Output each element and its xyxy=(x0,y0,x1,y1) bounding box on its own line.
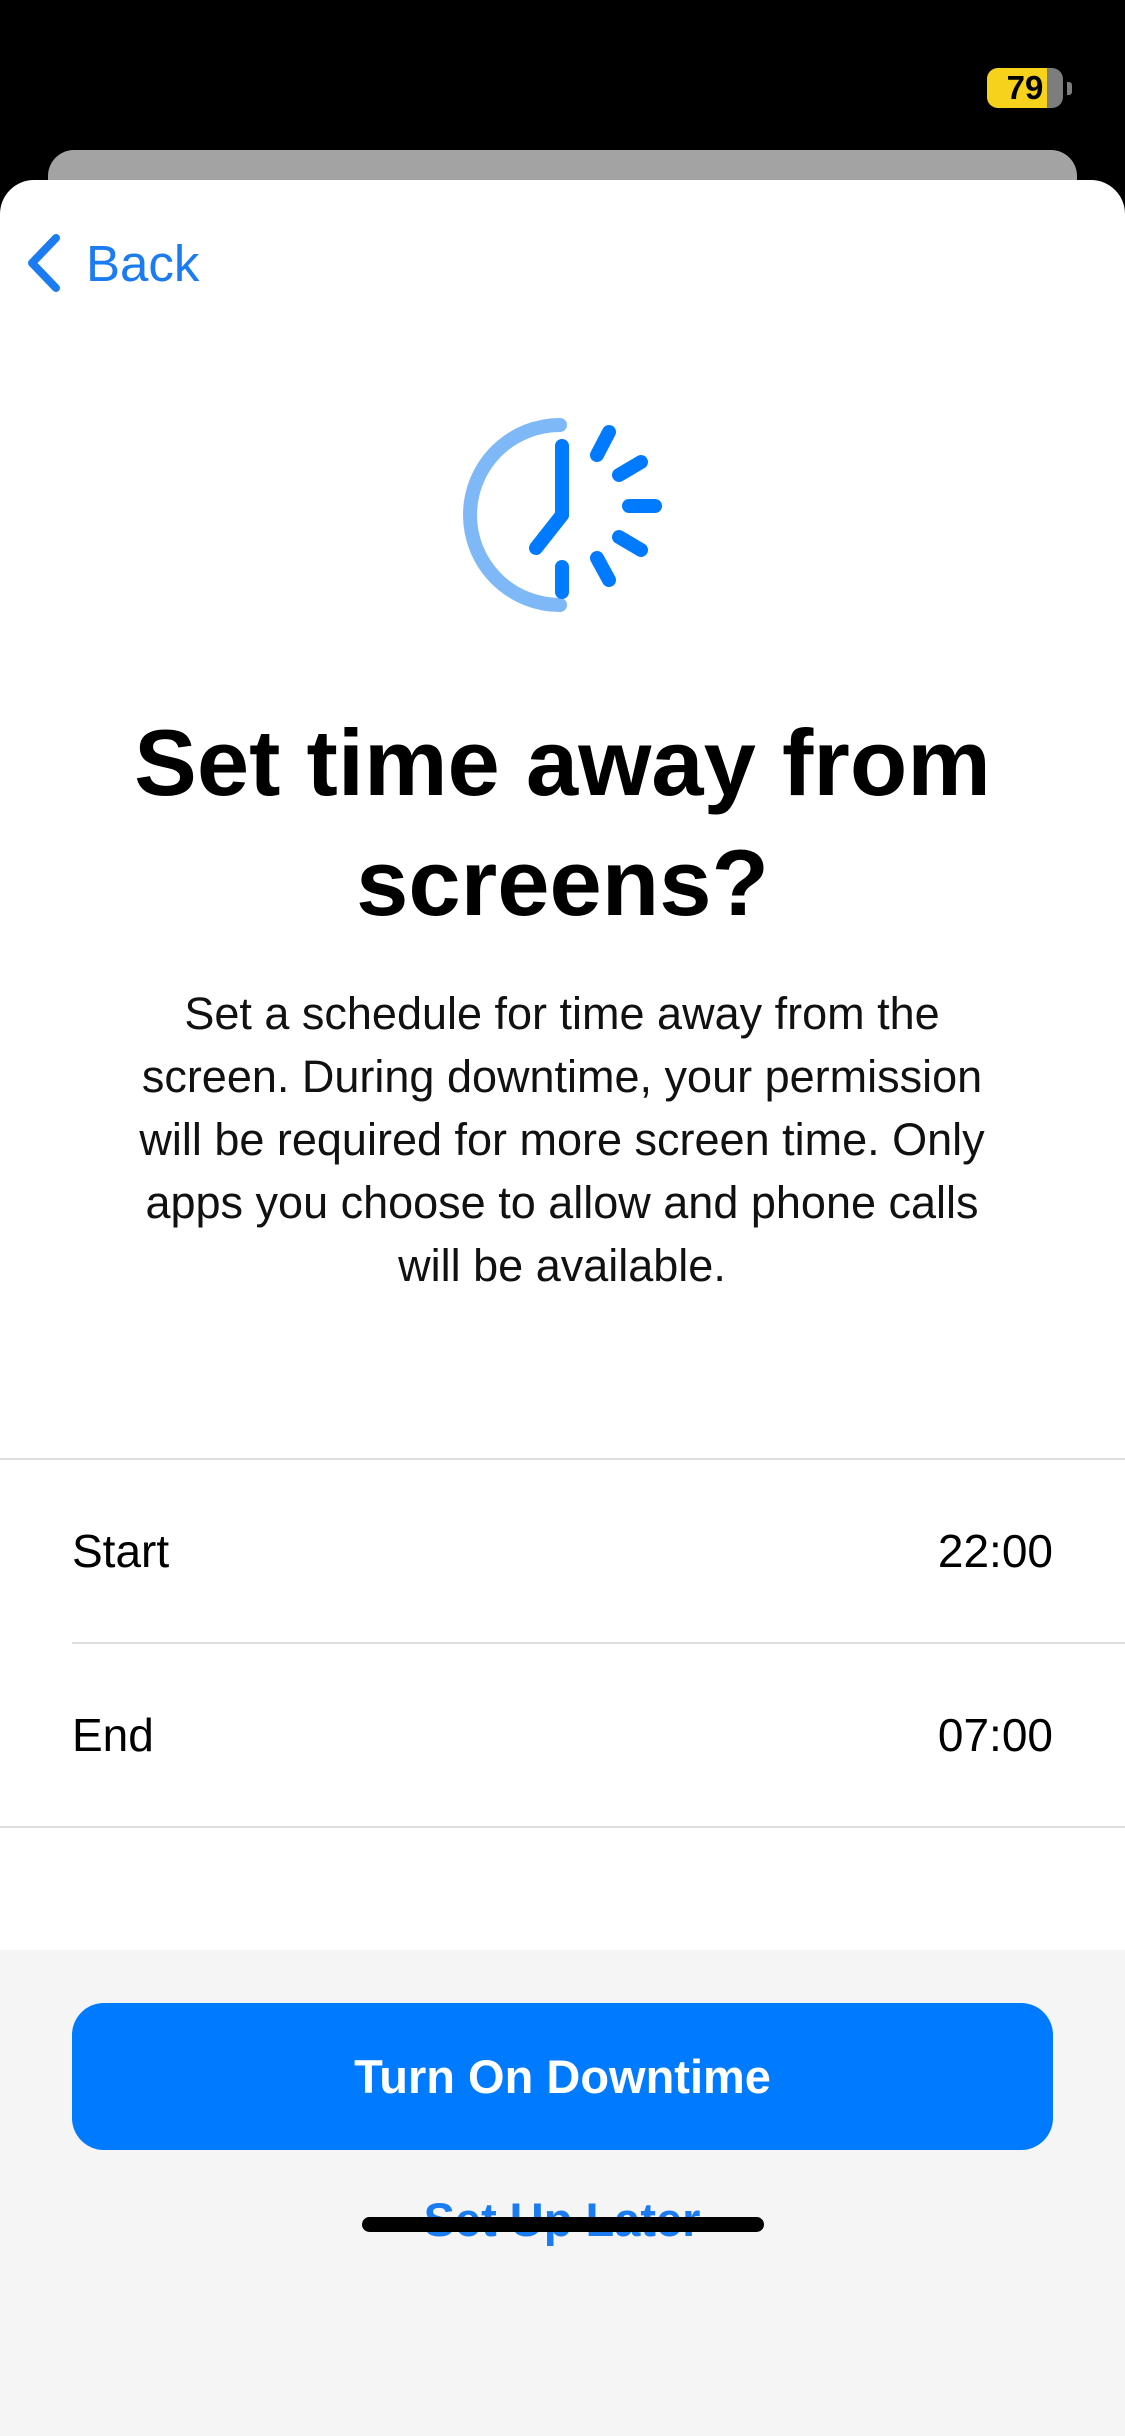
battery-level: 79 xyxy=(1006,69,1044,106)
home-indicator xyxy=(362,2217,764,2232)
start-label: Start xyxy=(72,1525,170,1577)
back-label: Back xyxy=(86,234,200,292)
page-title: Set time away from screens? xyxy=(134,710,991,935)
schedule-row-end[interactable]: End 07:00 xyxy=(72,1644,1125,1826)
downtime-setup-sheet: Back Set time away from screens? Set a s… xyxy=(0,180,1125,2436)
battery-cap xyxy=(1067,82,1072,95)
downtime-clock-icon xyxy=(463,418,662,612)
chevron-left-icon xyxy=(28,234,60,292)
page-description: Set a schedule for time away from the sc… xyxy=(139,988,985,1291)
downtime-schedule: Start 22:00 End 07:00 xyxy=(0,1458,1125,1828)
end-time-value[interactable]: 07:00 xyxy=(938,1708,1053,1762)
status-bar: 79 xyxy=(0,0,1125,150)
back-button[interactable]: Back xyxy=(24,228,199,298)
action-footer: Turn On Downtime Set Up Later xyxy=(0,1950,1125,2436)
turn-on-downtime-button[interactable]: Turn On Downtime xyxy=(72,2003,1053,2150)
schedule-row-start[interactable]: Start 22:00 xyxy=(72,1460,1125,1644)
start-time-value[interactable]: 22:00 xyxy=(938,1524,1053,1578)
end-label: End xyxy=(72,1709,154,1761)
battery-indicator: 79 xyxy=(987,68,1072,108)
battery-body: 79 xyxy=(987,68,1063,108)
